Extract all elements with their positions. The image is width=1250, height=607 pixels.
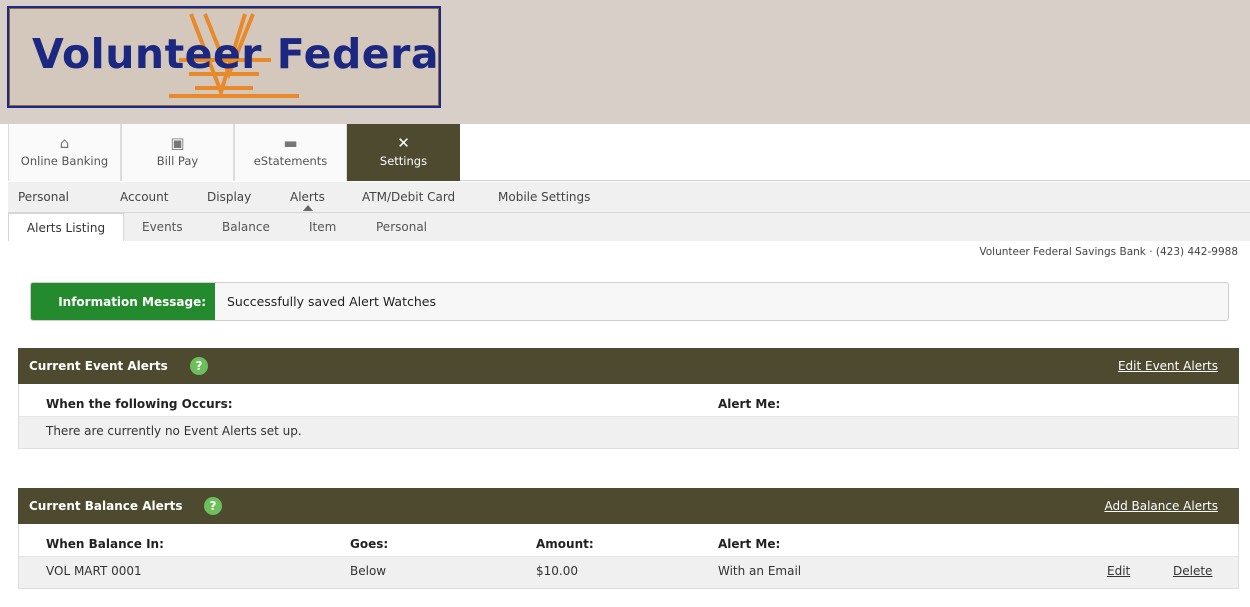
column-header: When the following Occurs: — [46, 397, 233, 411]
subnav-personal-alerts[interactable]: Personal — [376, 213, 427, 241]
add-balance-alerts-link[interactable]: Add Balance Alerts — [1104, 499, 1218, 513]
column-header: Alert Me: — [718, 397, 781, 411]
subnav-account[interactable]: Account — [120, 190, 168, 204]
briefcase-icon: ▬ — [283, 134, 298, 152]
subnav-balance[interactable]: Balance — [222, 213, 270, 241]
empty-state-row: There are currently no Event Alerts set … — [19, 416, 1238, 448]
balance-direction: Below — [350, 564, 387, 578]
table-row: VOL MART 0001 Below $10.00 With an Email… — [19, 556, 1238, 588]
subnav-item[interactable]: Item — [309, 213, 336, 241]
home-icon: ⌂ — [59, 134, 70, 152]
subnav-events[interactable]: Events — [142, 213, 183, 241]
alert-method: With an Email — [718, 564, 802, 578]
subnav-mobile-settings[interactable]: Mobile Settings — [498, 190, 590, 204]
help-icon[interactable]: ? — [190, 357, 208, 375]
subnav-personal[interactable]: Personal — [18, 190, 69, 204]
balance-alerts-header: Current Balance Alerts ? Add Balance Ale… — [18, 488, 1239, 524]
main-navigation: ⌂ Online Banking ▣ Bill Pay ▬ eStatement… — [8, 124, 1250, 181]
event-alerts-title: Current Event Alerts — [29, 359, 168, 373]
subnav-atm-debit-card[interactable]: ATM/Debit Card — [362, 190, 455, 204]
edit-event-alerts-link[interactable]: Edit Event Alerts — [1118, 359, 1218, 373]
active-tab-caret-icon — [303, 205, 313, 211]
alert-amount: $10.00 — [536, 564, 578, 578]
settings-subnav: Personal Account Display Alerts ATM/Debi… — [8, 182, 1250, 213]
column-header: Amount: — [536, 537, 594, 551]
column-header: When Balance In: — [46, 537, 164, 551]
nav-tab-estatements[interactable]: ▬ eStatements — [234, 124, 347, 181]
help-icon[interactable]: ? — [204, 497, 222, 515]
event-alerts-body: When the following Occurs: Alert Me: The… — [18, 384, 1239, 449]
balance-alerts-column-headers: When Balance In: Goes: Amount: Alert Me: — [19, 524, 1238, 556]
nav-tab-label: eStatements — [253, 154, 328, 168]
event-alerts-column-headers: When the following Occurs: Alert Me: — [19, 384, 1238, 416]
column-header: Alert Me: — [718, 537, 781, 551]
nav-tab-label: Bill Pay — [156, 154, 199, 168]
column-header: Goes: — [350, 537, 389, 551]
tools-icon: ✕ — [397, 134, 410, 152]
nav-tab-online-banking[interactable]: ⌂ Online Banking — [8, 124, 121, 181]
site-header: Volunteer Federal — [0, 0, 1250, 124]
alerts-subnav: Alerts Listing Events Balance Item Perso… — [8, 213, 1250, 241]
balance-alerts-body: When Balance In: Goes: Amount: Alert Me:… — [18, 524, 1239, 589]
edit-alert-link[interactable]: Edit — [1107, 564, 1130, 578]
balance-alerts-title: Current Balance Alerts — [29, 499, 183, 513]
bank-logo[interactable]: Volunteer Federal — [7, 6, 441, 108]
balance-alerts-panel: Current Balance Alerts ? Add Balance Ale… — [18, 488, 1239, 589]
delete-alert-link[interactable]: Delete — [1173, 564, 1212, 578]
information-message-text: Successfully saved Alert Watches — [227, 294, 436, 309]
information-message-label: Information Message: — [31, 283, 215, 320]
event-alerts-panel: Current Event Alerts ? Edit Event Alerts… — [18, 348, 1239, 449]
subnav-alerts-listing[interactable]: Alerts Listing — [8, 213, 124, 241]
empty-state-text: There are currently no Event Alerts set … — [46, 424, 302, 438]
information-message: Information Message: Successfully saved … — [30, 282, 1229, 321]
nav-tab-settings[interactable]: ✕ Settings — [347, 124, 460, 181]
bill-pay-icon: ▣ — [170, 134, 185, 152]
nav-tab-bill-pay[interactable]: ▣ Bill Pay — [121, 124, 234, 181]
subnav-display[interactable]: Display — [207, 190, 251, 204]
nav-tab-label: Settings — [379, 154, 428, 168]
event-alerts-header: Current Event Alerts ? Edit Event Alerts — [18, 348, 1239, 384]
bank-contact-info: Volunteer Federal Savings Bank · (423) 4… — [979, 246, 1238, 258]
subnav-alerts[interactable]: Alerts — [290, 190, 325, 204]
nav-tab-label: Online Banking — [20, 154, 109, 168]
logo-wordmark: Volunteer Federal — [32, 30, 441, 78]
account-name: VOL MART 0001 — [46, 564, 142, 578]
